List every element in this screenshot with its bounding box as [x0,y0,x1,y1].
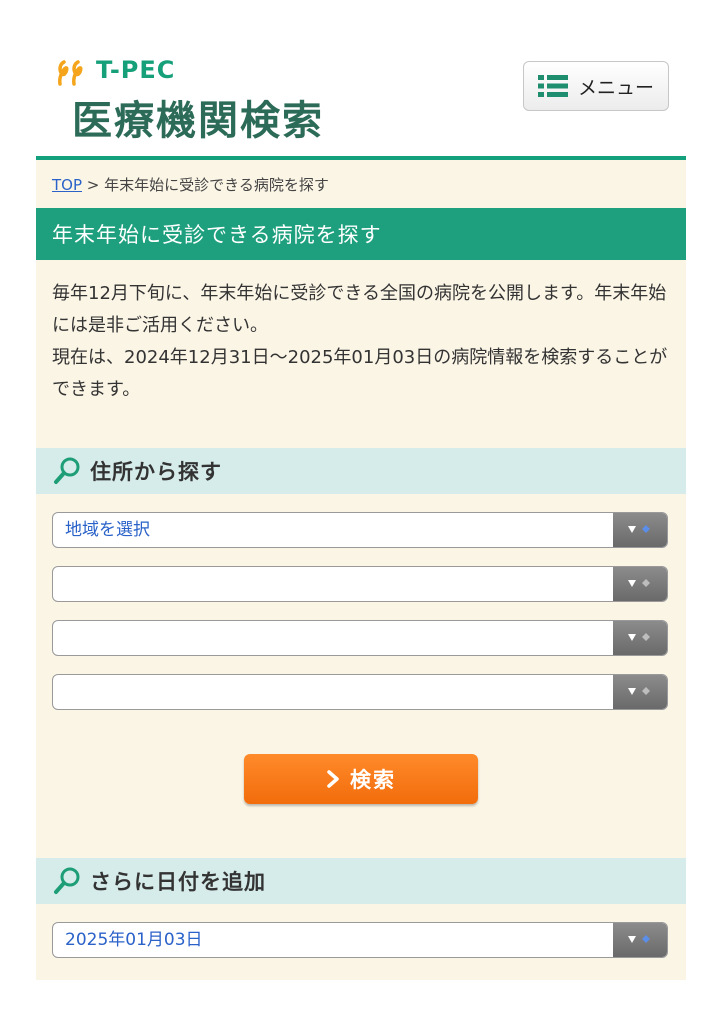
dropdown-arrow-icon [613,513,667,547]
region-select[interactable]: 地域を選択 [52,512,668,548]
address-search-heading: 住所から探す [36,448,686,494]
dropdown-arrow-icon [613,567,667,601]
area-select[interactable] [52,674,668,710]
logo-title[interactable]: 医療機関検索 [72,88,324,146]
intro-text: 毎年12月下旬に、年末年始に受診できる全国の病院を公開します。年末年始には是非ご… [52,278,676,406]
region-select-value: 地域を選択 [65,520,150,540]
ribbon-logo-icon [58,60,83,86]
main-content: TOP > 年末年始に受診できる病院を探す 年末年始に受診できる病院を探す 毎年… [36,156,686,980]
intro-paragraph-2: 現在は、2024年12月31日〜2025年01月03日の病院情報を検索することが… [52,347,668,400]
search-button-label: 検索 [350,768,396,792]
list-menu-icon [537,75,568,97]
menu-label: メニュー [577,76,654,99]
breadcrumb-home-link[interactable]: TOP [52,176,82,194]
breadcrumb-separator: > [86,176,100,194]
date-select[interactable]: 2025年01月03日 [52,922,668,958]
prefecture-select[interactable] [52,566,668,602]
city-select[interactable] [52,620,668,656]
dropdown-arrow-icon [613,923,667,957]
dropdown-arrow-icon [613,675,667,709]
date-select-value: 2025年01月03日 [65,930,203,950]
breadcrumb-current: 年末年始に受診できる病院を探す [104,176,329,194]
search-button[interactable]: 検索 [244,754,478,804]
dropdown-arrow-icon [613,621,667,655]
chevron-right-icon [327,770,339,788]
logo-brand[interactable]: T-PEC [96,56,175,84]
date-add-heading: さらに日付を追加 [36,858,686,904]
site-header: T-PEC 医療機関検索 メニュー [0,0,722,158]
address-search-title: 住所から探す [90,460,222,484]
menu-button[interactable]: メニュー [523,61,669,111]
breadcrumb: TOP > 年末年始に受診できる病院を探す [52,174,329,195]
intro-paragraph-1: 毎年12月下旬に、年末年始に受診できる全国の病院を公開します。年末年始には是非ご… [52,283,667,336]
page-title: 年末年始に受診できる病院を探す [36,208,686,260]
magnifier-icon [54,457,80,484]
date-add-title: さらに日付を追加 [90,870,266,894]
magnifier-icon [54,867,80,894]
